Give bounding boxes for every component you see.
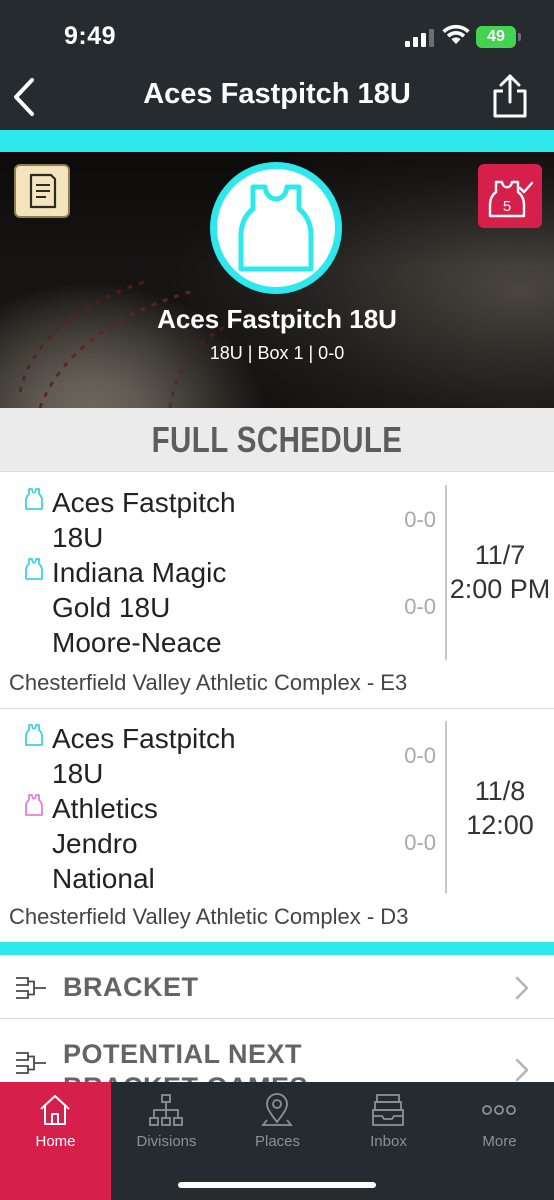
schedule-header: FULL SCHEDULE (0, 408, 554, 472)
page-title: Aces Fastpitch 18U (143, 78, 411, 110)
battery-level: 49 (487, 28, 505, 45)
game-card[interactable]: Aces Fastpitch 18U 0-0 Athletics Jendro … (0, 709, 554, 945)
home-icon (40, 1095, 70, 1125)
status-time: 9:49 (64, 22, 117, 50)
jersey-icon (25, 794, 43, 816)
top-bar: 9:49 49 Aces Fastpitch 18U (0, 0, 554, 130)
team-name: Aces Fastpitch 18U (157, 304, 397, 334)
tab-label: Divisions (136, 1133, 197, 1150)
chevron-right-icon (515, 1058, 529, 1082)
team-logo (210, 162, 342, 294)
tab-more[interactable]: More (444, 1082, 554, 1200)
team-score: 0-0 (404, 743, 436, 768)
cellular-signal-icon (405, 29, 435, 47)
bracket-link[interactable]: BRACKET (0, 955, 554, 1019)
potential-bracket-label: POTENTIAL NEXT BRACKET GAMES (63, 1039, 308, 1082)
tab-home[interactable]: Home (0, 1082, 111, 1200)
game-datetime: 11/8 12:00 (466, 776, 534, 840)
team-name: Aces Fastpitch 18U (52, 723, 236, 789)
jersey-icon (25, 488, 43, 510)
team-name: Aces Fastpitch 18U (52, 487, 236, 553)
team-name: Indiana Magic Gold 18U Moore-Neace (52, 557, 227, 658)
tab-label: Places (254, 1133, 301, 1150)
game-venue[interactable]: Chesterfield Valley Athletic Complex - E… (9, 670, 407, 696)
chevron-right-icon (515, 976, 529, 1000)
game-venue[interactable]: Chesterfield Valley Athletic Complex - D… (9, 904, 408, 930)
bracket-label: BRACKET (63, 972, 199, 1002)
location-pin-icon (261, 1093, 293, 1126)
share-button[interactable] (490, 72, 530, 120)
potential-bracket-games-link[interactable]: POTENTIAL NEXT BRACKET GAMES (0, 1020, 554, 1082)
badge-number: 5 (503, 198, 511, 215)
team-details: 18U | Box 1 | 0-0 (209, 343, 345, 363)
game-datetime: 11/7 2:00 PM (449, 540, 551, 604)
team-score: 0-0 (404, 507, 436, 532)
team-name: Athletics Jendro National (52, 793, 158, 894)
accent-bar (0, 130, 554, 152)
tab-label: Inbox (370, 1133, 407, 1150)
more-dots-icon (482, 1105, 516, 1115)
battery-icon: 49 (476, 26, 516, 48)
battery-tip (518, 33, 521, 41)
jersey-icon (25, 558, 43, 580)
notes-icon (29, 173, 57, 209)
tab-label: Home (35, 1133, 76, 1150)
games-played-badge[interactable]: 5 (478, 164, 542, 228)
jersey-icon (25, 724, 43, 746)
wifi-icon (442, 24, 470, 44)
accent-bar (0, 942, 554, 955)
team-hero: 5 Aces Fastpitch 18U 18U | Box 1 | 0-0 (0, 152, 554, 408)
bracket-icon (16, 1052, 46, 1074)
notes-button[interactable] (14, 164, 70, 218)
jersey-icon (238, 184, 314, 272)
divisions-icon (149, 1094, 183, 1126)
game-card[interactable]: Aces Fastpitch 18U 0-0 Indiana Magic Gol… (0, 473, 554, 709)
home-indicator (178, 1182, 376, 1188)
team-score: 0-0 (404, 594, 436, 619)
jersey-check-icon: 5 (488, 180, 534, 218)
bracket-icon (16, 977, 46, 999)
schedule-heading: FULL SCHEDULE (151, 419, 403, 460)
tab-label: More (482, 1133, 517, 1150)
inbox-icon (372, 1094, 404, 1126)
team-score: 0-0 (404, 830, 436, 855)
